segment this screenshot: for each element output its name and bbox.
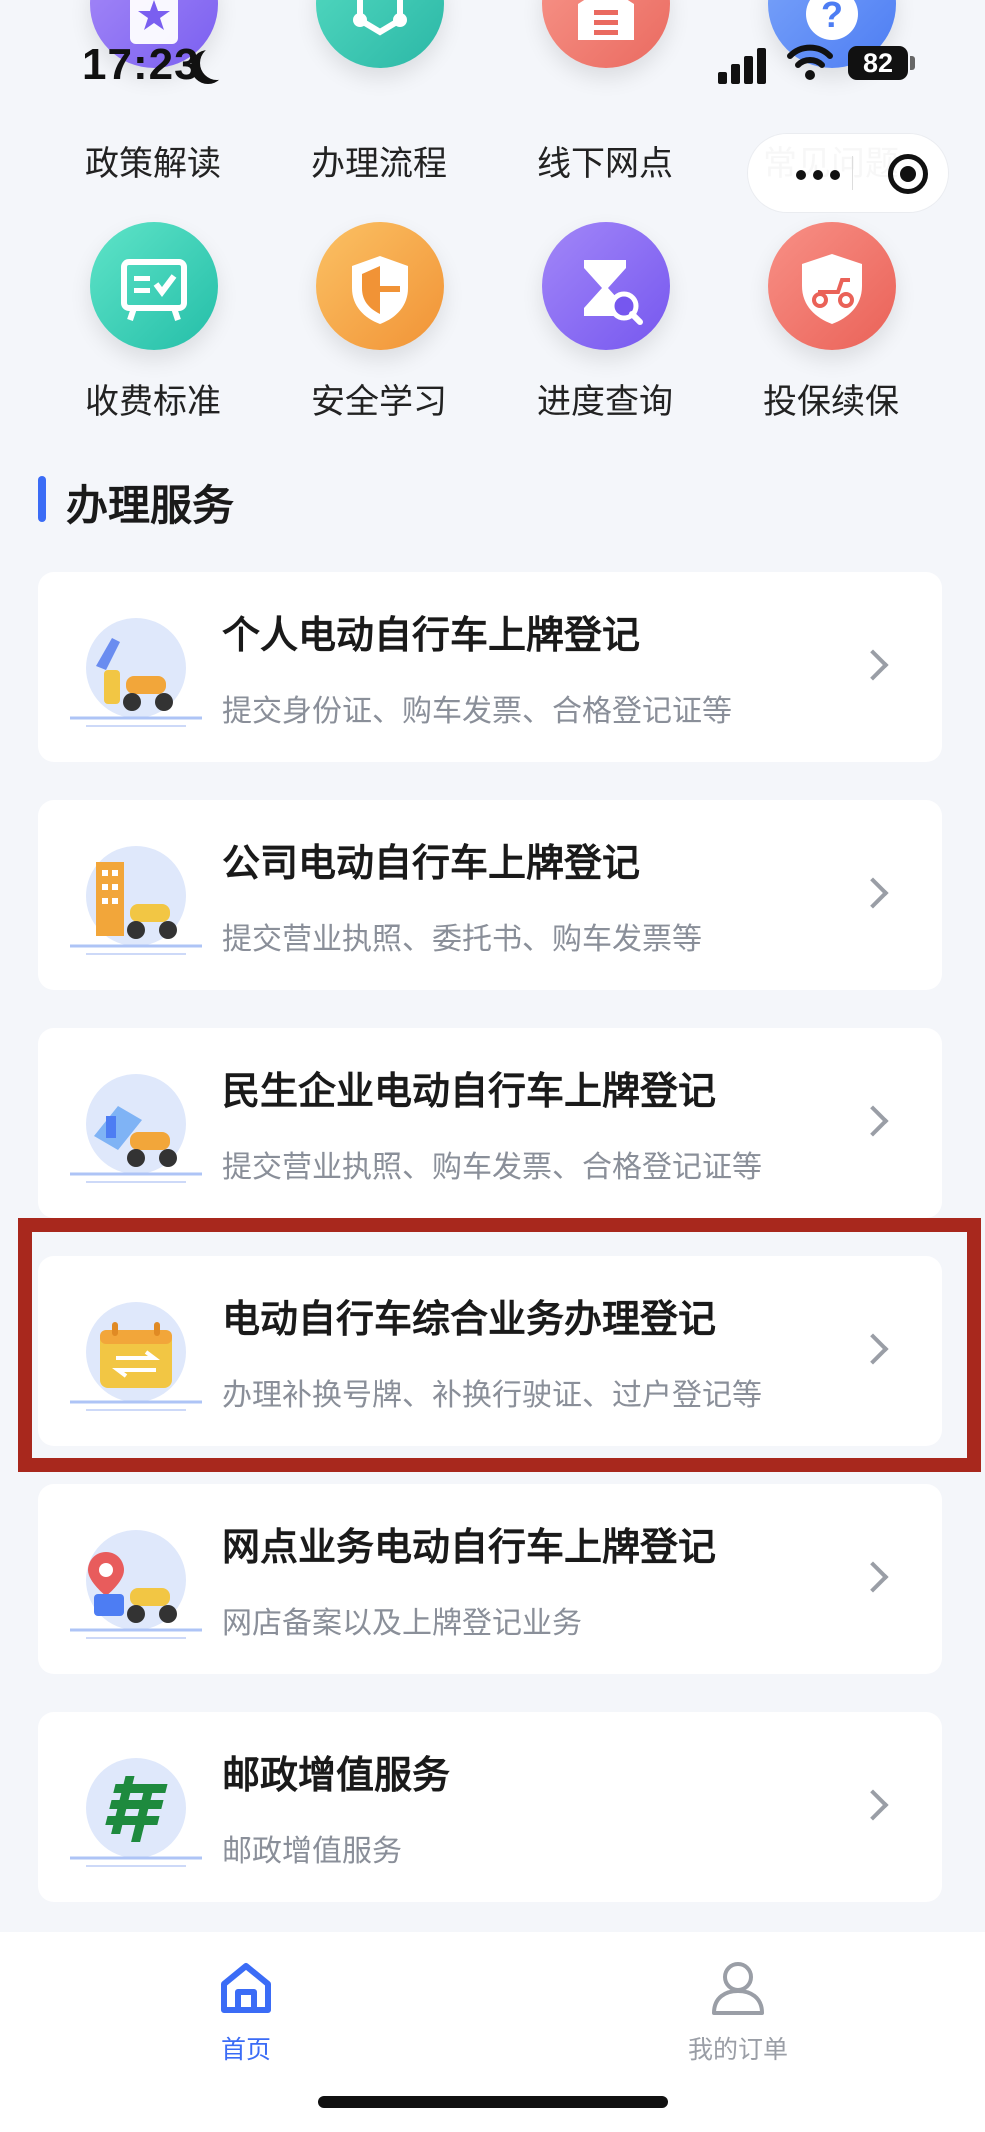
map-pin-scooter-icon (70, 1530, 202, 1639)
tab-home-label: 首页 (220, 2035, 271, 2064)
china-post-icon (70, 1758, 202, 1867)
service-card-enterprise[interactable]: 民生企业电动自行车上牌登记 提交营业执照、购车发票、合格登记证等 (38, 1028, 942, 1218)
grid-label: 进度查询 (537, 382, 673, 422)
building-scooter-icon (70, 846, 202, 955)
close-miniprogram-icon[interactable] (888, 154, 928, 194)
card-title: 公司电动自行车上牌登记 (222, 841, 641, 885)
card-title: 个人电动自行车上牌登记 (222, 613, 641, 657)
tab-orders-label: 我的订单 (687, 2035, 788, 2064)
more-icon[interactable] (796, 170, 840, 180)
home-icon (221, 1963, 271, 2013)
card-subtitle: 邮政增值服务 (222, 1834, 402, 1869)
service-card-company[interactable]: 公司电动自行车上牌登记 提交营业执照、委托书、购车发票等 (38, 800, 942, 990)
card-subtitle: 提交身份证、购车发票、合格登记证等 (222, 694, 732, 729)
status-time: 17:23 (82, 40, 200, 89)
tab-orders[interactable]: 我的订单 (618, 1946, 858, 2066)
wifi-icon (787, 44, 833, 80)
service-card-outlet[interactable]: 网点业务电动自行车上牌登记 网店备案以及上牌登记业务 (38, 1484, 942, 1674)
chevron-right-icon (857, 1789, 889, 1821)
grid-label: 投保续保 (763, 382, 899, 422)
cellular-signal-icon (718, 44, 770, 84)
tab-home[interactable]: 首页 (126, 1946, 366, 2066)
hourglass-search-icon (584, 260, 643, 325)
card-title: 电动自行车综合业务办理登记 (222, 1297, 717, 1341)
chevron-right-icon (857, 877, 889, 909)
card-subtitle: 提交营业执照、购车发票、合格登记证等 (222, 1150, 762, 1185)
service-card-postal[interactable]: 邮政增值服务 邮政增值服务 (38, 1712, 942, 1902)
card-title: 网点业务电动自行车上牌登记 (222, 1525, 717, 1569)
scooter-shield-icon (802, 254, 862, 324)
grid-item-insurance[interactable]: 投保续保 (718, 222, 944, 422)
fee-board-icon (121, 259, 187, 321)
card-subtitle: 提交营业执照、委托书、购车发票等 (222, 922, 702, 957)
chevron-right-icon (857, 1561, 889, 1593)
shield-icon (352, 256, 408, 324)
card-title: 民生企业电动自行车上牌登记 (222, 1069, 717, 1113)
card-title: 邮政增值服务 (222, 1753, 451, 1797)
battery-indicator: 82 (848, 46, 908, 80)
grid-item-safety[interactable]: 安全学习 (266, 222, 492, 422)
battery-tip (910, 56, 915, 70)
home-indicator (318, 2096, 668, 2108)
section-title: 办理服务 (66, 481, 235, 530)
grid-label: 线下网点 (537, 144, 673, 184)
capsule-divider (852, 156, 853, 190)
grid-label: 办理流程 (311, 144, 447, 184)
enterprise-scooter-icon (70, 1074, 202, 1183)
miniprogram-capsule (748, 134, 948, 212)
status-bar: 17:23 82 (0, 0, 985, 140)
grid-label: 收费标准 (85, 382, 221, 422)
service-card-comprehensive[interactable]: 电动自行车综合业务办理登记 办理补换号牌、补换行驶证、过户登记等 (38, 1256, 942, 1446)
quick-grid-row-2: 收费标准 安全学习 进度查询 投保续保 (0, 222, 985, 422)
calendar-transfer-icon (70, 1302, 202, 1411)
card-subtitle: 办理补换号牌、补换行驶证、过户登记等 (222, 1378, 762, 1413)
section-accent-bar (38, 476, 46, 522)
service-card-personal[interactable]: 个人电动自行车上牌登记 提交身份证、购车发票、合格登记证等 (38, 572, 942, 762)
grid-item-progress[interactable]: 进度查询 (492, 222, 718, 422)
moon-icon (200, 46, 234, 80)
grid-label: 安全学习 (311, 382, 447, 422)
card-subtitle: 网店备案以及上牌登记业务 (222, 1606, 582, 1641)
grid-label: 政策解读 (85, 144, 221, 184)
person-scooter-icon (70, 618, 202, 727)
chevron-right-icon (857, 1105, 889, 1137)
chevron-right-icon (857, 1333, 889, 1365)
chevron-right-icon (857, 649, 889, 681)
grid-item-fee[interactable]: 收费标准 (40, 222, 266, 422)
user-icon (712, 1962, 764, 2015)
